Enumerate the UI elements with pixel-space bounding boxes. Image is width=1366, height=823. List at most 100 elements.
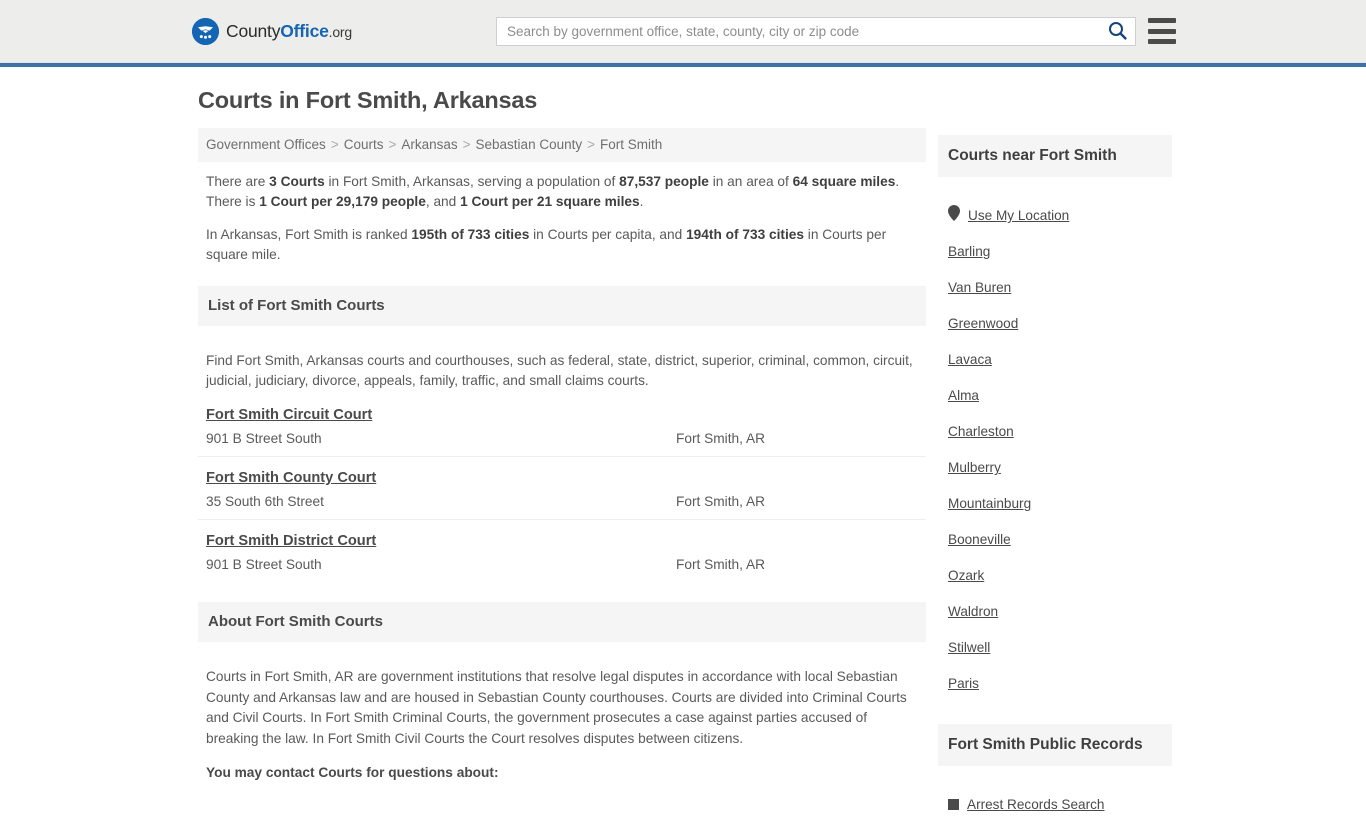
breadcrumb-item-0[interactable]: Government Offices <box>206 137 326 152</box>
sidebar-city-link-mulberry[interactable]: Mulberry <box>948 460 1001 475</box>
eagle-shield-icon <box>192 18 219 45</box>
court-list: Fort Smith Circuit Court 901 B Street So… <box>198 406 926 582</box>
about-section-heading: About Fort Smith Courts <box>198 601 926 642</box>
header-inner: CountyOffice.org <box>0 0 1366 62</box>
sidebar-city-row[interactable]: Charleston <box>948 414 1172 450</box>
stats-line-1: There are 3 Courts in Fort Smith, Arkans… <box>206 172 918 213</box>
sidebar: Courts near Fort Smith Use My Location B… <box>938 122 1172 823</box>
search-input[interactable] <box>497 18 1099 45</box>
menu-bar-1 <box>1148 18 1176 23</box>
breadcrumb-separator: > <box>587 137 595 152</box>
sidebar-city-link-mountainburg[interactable]: Mountainburg <box>948 496 1031 511</box>
stats-per-capita: 1 Court per 29,179 people <box>259 194 426 209</box>
sidebar-nearby-list: Use My Location Barling Van Buren Greenw… <box>938 190 1172 702</box>
map-pin-icon <box>948 205 960 226</box>
court-city: Fort Smith, AR <box>676 430 765 446</box>
court-name-link[interactable]: Fort Smith District Court <box>206 533 376 549</box>
menu-bar-2 <box>1148 28 1176 34</box>
breadcrumb-item-2[interactable]: Arkansas <box>401 137 457 152</box>
sidebar-city-row[interactable]: Paris <box>948 666 1172 702</box>
stats-t3: in an area of <box>708 173 793 189</box>
court-list-item: Fort Smith District Court 901 B Street S… <box>198 520 926 582</box>
sidebar-city-row[interactable]: Barling <box>948 234 1172 270</box>
search-button[interactable] <box>1099 18 1135 45</box>
court-address: 35 South 6th Street <box>206 493 324 509</box>
court-detail-row: 901 B Street South Fort Smith, AR <box>206 557 918 572</box>
sidebar-city-link-barling[interactable]: Barling <box>948 244 990 259</box>
logo-text-county: County <box>226 20 281 41</box>
page-title: Courts in Fort Smith, Arkansas <box>198 87 538 113</box>
use-my-location-link[interactable]: Use My Location <box>968 208 1069 223</box>
court-name-link[interactable]: Fort Smith Circuit Court <box>206 407 372 423</box>
stats-courts-count: 3 Courts <box>269 173 325 189</box>
rank-per-square-mile: 194th of 733 cities <box>686 226 804 242</box>
logo-wordmark: CountyOffice.org <box>226 20 353 41</box>
sidebar-city-link-charleston[interactable]: Charleston <box>948 424 1014 439</box>
site-header: CountyOffice.org <box>0 0 1366 63</box>
sidebar-nearby-heading: Courts near Fort Smith <box>938 134 1172 177</box>
search-bar[interactable] <box>496 17 1136 46</box>
court-name-link[interactable]: Fort Smith County Court <box>206 470 376 486</box>
sidebar-city-link-ozark[interactable]: Ozark <box>948 568 984 583</box>
about-section-body: Courts in Fort Smith, AR are government … <box>198 654 926 784</box>
stats-summary: There are 3 Courts in Fort Smith, Arkans… <box>198 162 926 266</box>
breadcrumb: Government Offices > Courts > Arkansas > Sebas… <box>198 128 926 162</box>
sidebar-city-row[interactable]: Booneville <box>948 522 1172 558</box>
hamburger-menu-icon[interactable] <box>1148 18 1176 44</box>
sidebar-record-row[interactable]: Arrest Records Search <box>948 787 1172 823</box>
sidebar-city-row[interactable]: Mulberry <box>948 450 1172 486</box>
header-accent-bar <box>0 63 1366 67</box>
stats-t2: in Fort Smith, Arkansas, serving a popul… <box>324 173 620 189</box>
sidebar-city-link-booneville[interactable]: Booneville <box>948 532 1011 547</box>
breadcrumb-separator: > <box>462 137 471 152</box>
sidebar-city-row[interactable]: Stilwell <box>948 630 1172 666</box>
breadcrumb-item-4[interactable]: Fort Smith <box>600 137 662 152</box>
sidebar-city-link-paris[interactable]: Paris <box>948 676 979 691</box>
sidebar-public-records-list: Arrest Records Search <box>938 779 1172 823</box>
logo-text-org: .org <box>328 23 353 40</box>
list-section-heading: List of Fort Smith Courts <box>198 285 926 326</box>
sidebar-city-link-alma[interactable]: Alma <box>948 388 979 403</box>
stats-population: 87,537 people <box>619 173 709 189</box>
stats-line-2: In Arkansas, Fort Smith is ranked 195th … <box>206 225 918 266</box>
sidebar-city-row[interactable]: Mountainburg <box>948 486 1172 522</box>
rank-per-capita: 195th of 733 cities <box>411 226 530 242</box>
rank-t2: in Courts per capita, and <box>529 226 687 242</box>
sidebar-use-my-location-row[interactable]: Use My Location <box>948 198 1172 234</box>
court-city: Fort Smith, AR <box>676 493 765 509</box>
breadcrumb-item-3[interactable]: Sebastian County <box>476 137 583 152</box>
square-bullet-icon <box>948 799 959 811</box>
logo-text-office: Office <box>280 20 329 41</box>
sidebar-city-row[interactable]: Van Buren <box>948 270 1172 306</box>
sidebar-city-link-waldron[interactable]: Waldron <box>948 604 998 619</box>
main-content: Courts in Fort Smith, Arkansas Governmen… <box>198 87 926 784</box>
court-list-item: Fort Smith County Court 35 South 6th Str… <box>198 457 926 520</box>
sidebar-city-link-lavaca[interactable]: Lavaca <box>948 352 992 367</box>
court-list-item: Fort Smith Circuit Court 901 B Street So… <box>198 406 926 457</box>
stats-area: 64 square miles <box>792 173 896 189</box>
list-section-intro: Find Fort Smith, Arkansas courts and cou… <box>206 352 913 389</box>
sidebar-city-row[interactable]: Greenwood <box>948 306 1172 342</box>
court-detail-row: 35 South 6th Street Fort Smith, AR <box>206 494 918 509</box>
stats-t5: , and <box>425 194 461 209</box>
sidebar-city-row[interactable]: Waldron <box>948 594 1172 630</box>
court-address: 901 B Street South <box>206 430 322 446</box>
about-section-text: Courts in Fort Smith, AR are government … <box>206 669 907 746</box>
court-address: 901 B Street South <box>206 556 322 572</box>
site-logo[interactable]: CountyOffice.org <box>192 18 352 45</box>
sidebar-city-link-greenwood[interactable]: Greenwood <box>948 316 1018 331</box>
search-icon <box>1108 21 1127 43</box>
sidebar-city-row[interactable]: Ozark <box>948 558 1172 594</box>
sidebar-city-link-stilwell[interactable]: Stilwell <box>948 640 990 655</box>
arrest-records-search-link[interactable]: Arrest Records Search <box>967 797 1105 812</box>
stats-t1: There are <box>206 173 270 189</box>
sidebar-city-link-van-buren[interactable]: Van Buren <box>948 280 1011 295</box>
rank-t1: In Arkansas, Fort Smith is ranked <box>206 226 412 242</box>
court-detail-row: 901 B Street South Fort Smith, AR <box>206 431 918 446</box>
breadcrumb-item-1[interactable]: Courts <box>344 137 384 152</box>
stats-per-area: 1 Court per 21 square miles <box>460 194 640 209</box>
breadcrumb-separator: > <box>330 137 339 152</box>
sidebar-city-row[interactable]: Alma <box>948 378 1172 414</box>
stats-t6: . <box>639 194 644 209</box>
sidebar-city-row[interactable]: Lavaca <box>948 342 1172 378</box>
